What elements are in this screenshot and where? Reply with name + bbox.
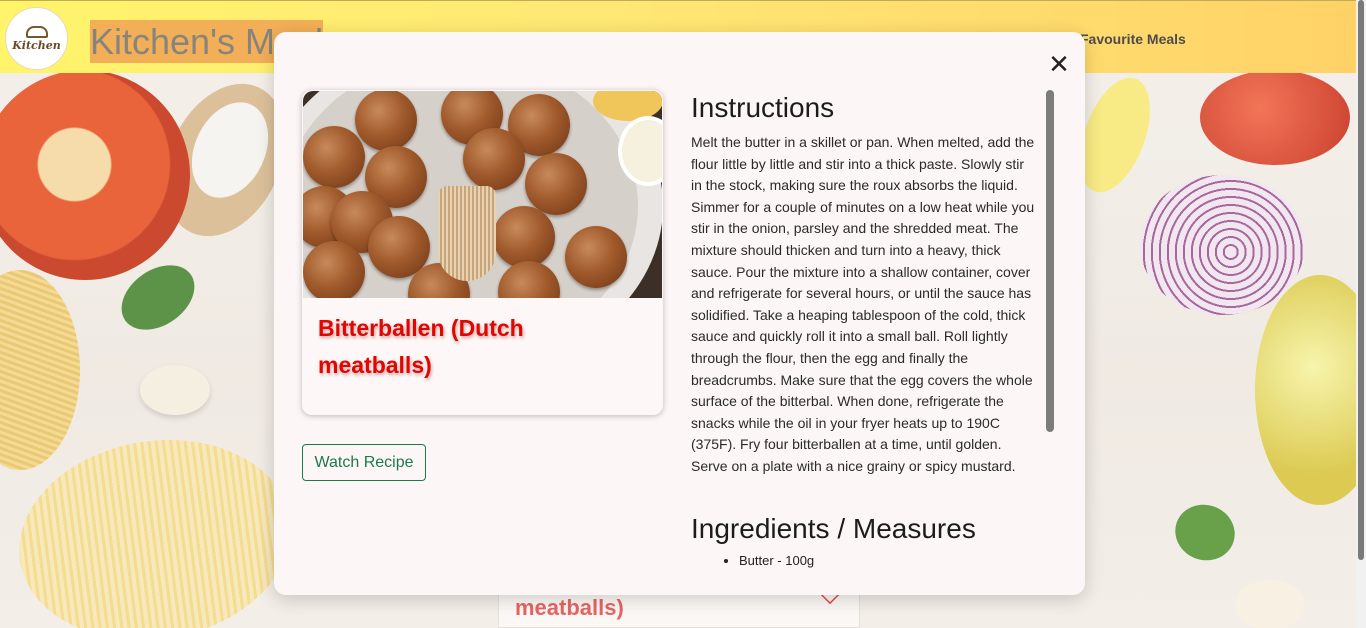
ingredient-item: Butter - 100g [739,551,1036,571]
modal-scrollbar-thumb[interactable] [1046,90,1054,432]
watch-recipe-button[interactable]: Watch Recipe [302,444,426,481]
ingredients-list: Butter - 100g [691,551,1036,571]
instructions-heading: Instructions [691,92,835,123]
meal-image [303,91,662,298]
meal-detail-card: Bitterballen (Dutch meatballs) [302,90,663,415]
recipe-modal: ✕ Bitterballen (Dutch meatballs) Watch R… [274,32,1085,595]
meal-title: Bitterballen (Dutch meatballs) [318,315,524,378]
recipe-details: Instructions Melt the butter in a skille… [691,90,1036,595]
toothpicks [438,186,496,281]
page-scrollbar-thumb[interactable] [1358,0,1364,560]
close-button[interactable]: ✕ [1046,50,1072,78]
ingredients-heading: Ingredients / Measures [691,512,976,544]
instructions-text: Melt the butter in a skillet or pan. Whe… [691,134,1035,474]
